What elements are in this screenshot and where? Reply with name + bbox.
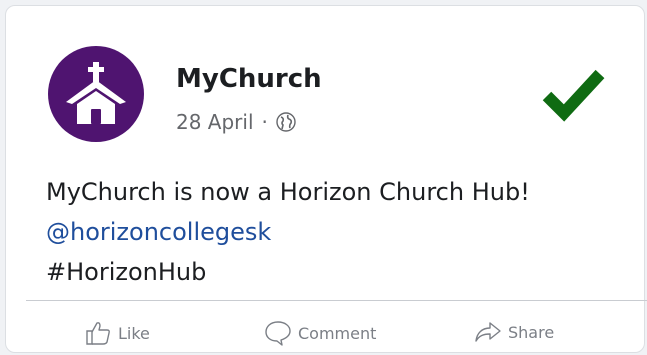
church-icon [66,62,126,124]
post-text: MyChurch is now a Horizon Church Hub! [46,178,530,206]
checkmark-icon [542,66,606,126]
globe-icon [276,112,296,132]
post-meta: 28 April · [176,110,296,134]
mention-link[interactable]: @horizoncollegesk [46,212,530,252]
action-bar: Like Comment Share [6,312,646,352]
share-label: Share [508,322,555,342]
share-button[interactable]: Share [474,320,554,344]
comment-button[interactable]: Comment [264,320,376,346]
post-card: MyChurch 28 April · MyChurch is now a Ho… [5,5,647,353]
author-name[interactable]: MyChurch [176,64,322,94]
post-date[interactable]: 28 April [176,110,254,134]
comment-icon [265,321,291,346]
meta-separator: · [261,110,268,134]
thumbs-up-icon [86,322,110,345]
like-button[interactable]: Like [84,320,150,346]
comment-label: Comment [298,323,377,343]
avatar[interactable] [48,46,144,142]
share-icon [475,322,501,342]
hashtag[interactable]: #HorizonHub [46,252,530,292]
divider [26,300,647,301]
like-label: Like [118,323,150,343]
post-body: MyChurch is now a Horizon Church Hub! @h… [46,172,530,292]
